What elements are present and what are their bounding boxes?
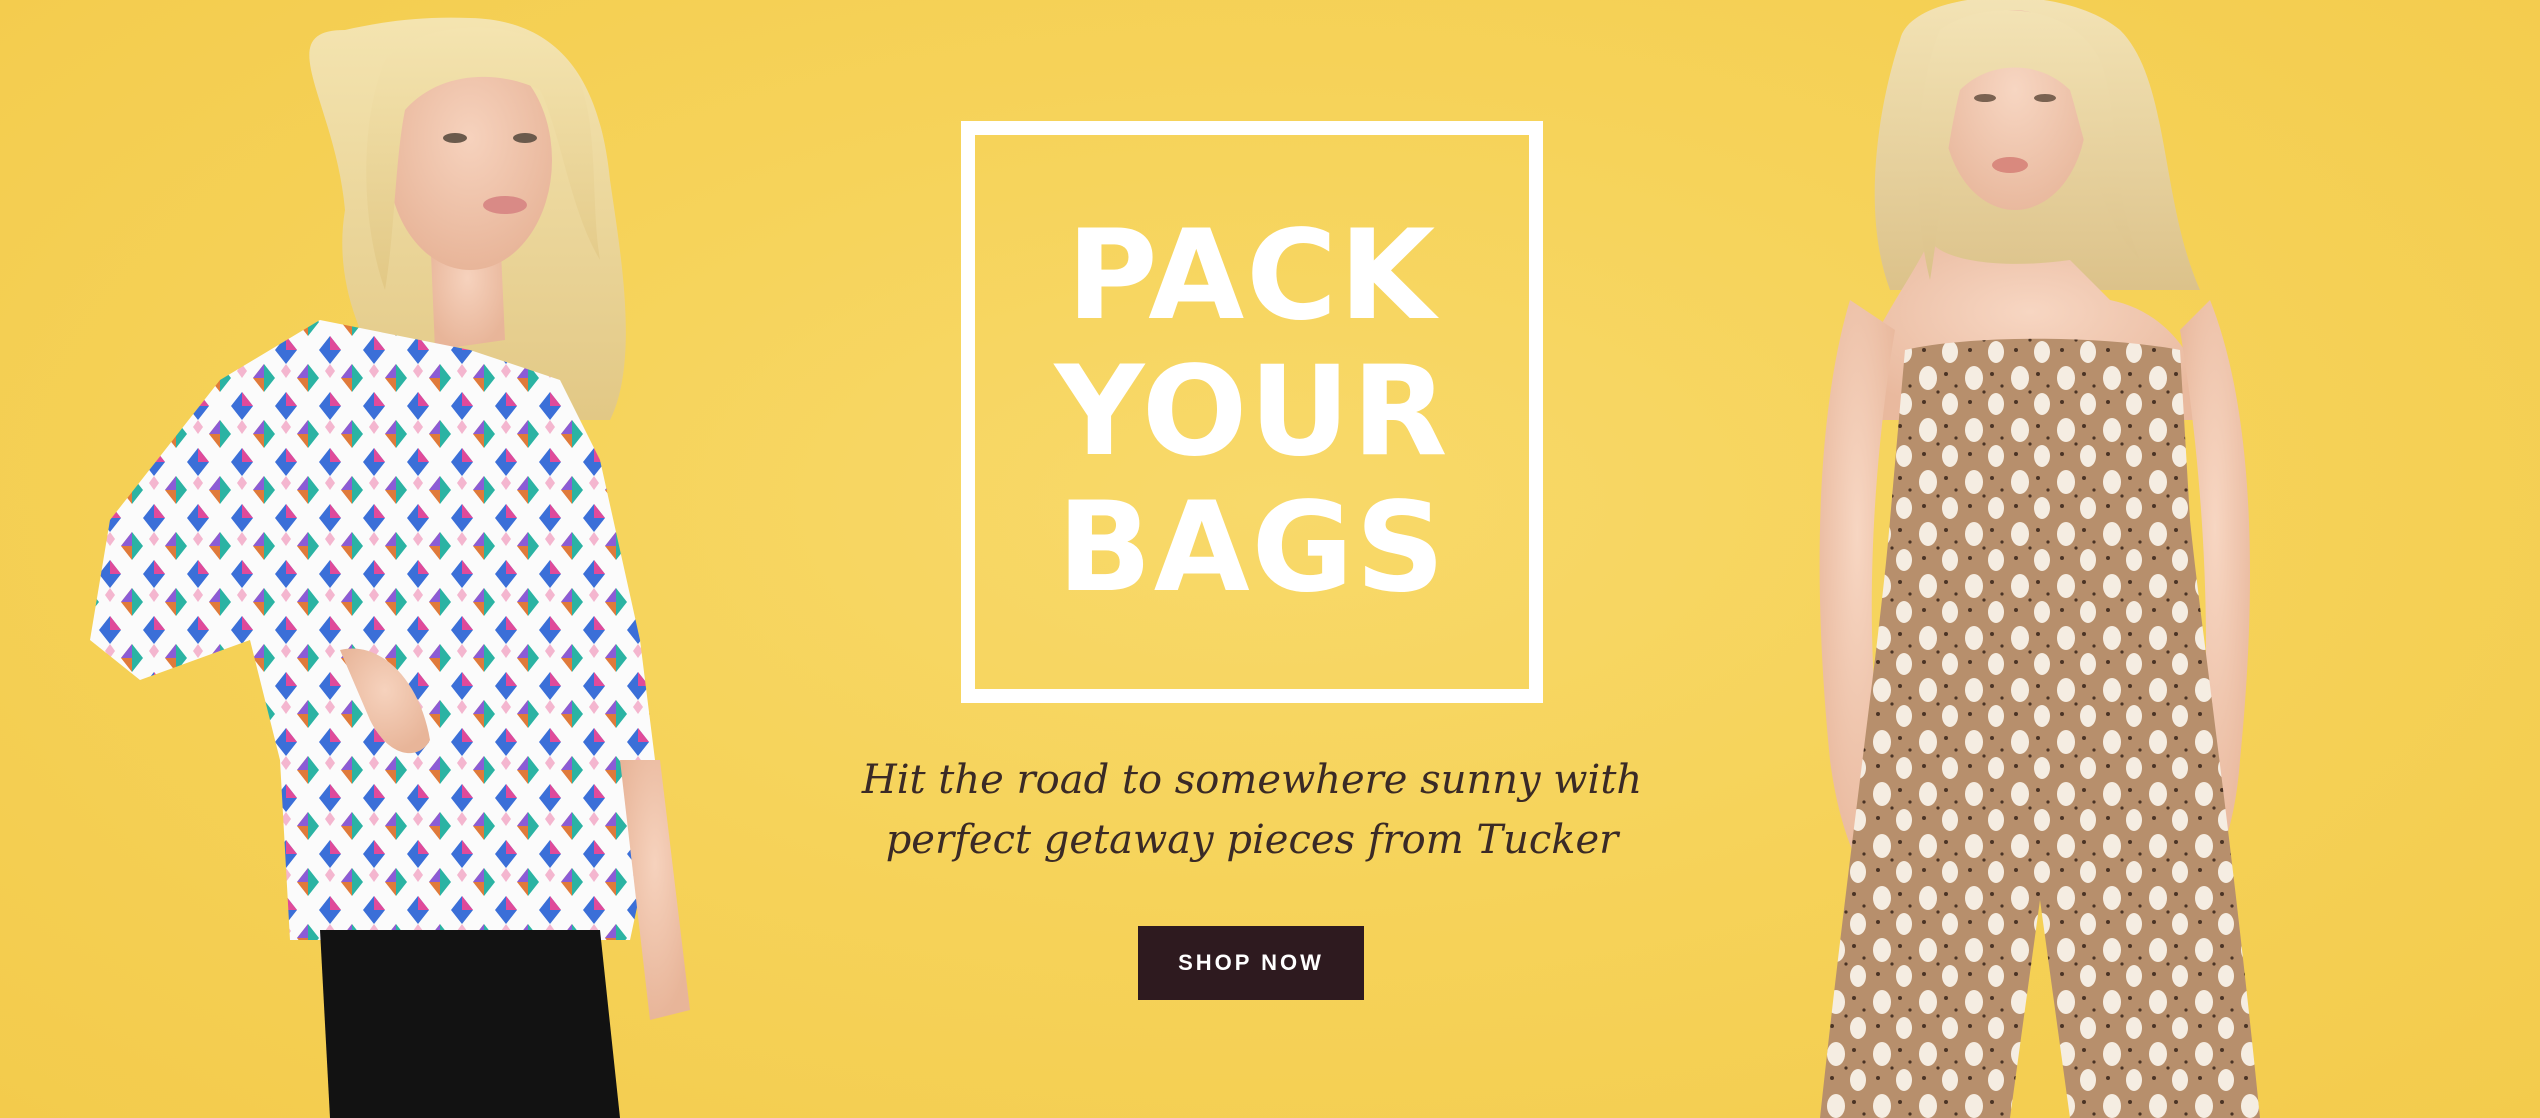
headline-line-2: YOUR [1054,340,1450,484]
headline-line-1: PACK [1066,204,1438,348]
subtitle-line-1: Hit the road to somewhere sunny with [861,757,1643,803]
headline-frame: PACK YOUR BAGS [961,121,1543,703]
model-right-image [1819,0,2260,1118]
shop-now-button[interactable]: SHOP NOW [1138,926,1364,1000]
model-left-image [90,17,690,1118]
hero-subtitle: Hit the road to somewhere sunny with per… [820,750,1684,870]
hero-banner: PACK YOUR BAGS Hit the road to somewhere… [0,0,2540,1118]
subtitle-line-2: perfect getaway pieces from Tucker [885,817,1619,863]
headline-line-3: BAGS [1057,476,1447,620]
